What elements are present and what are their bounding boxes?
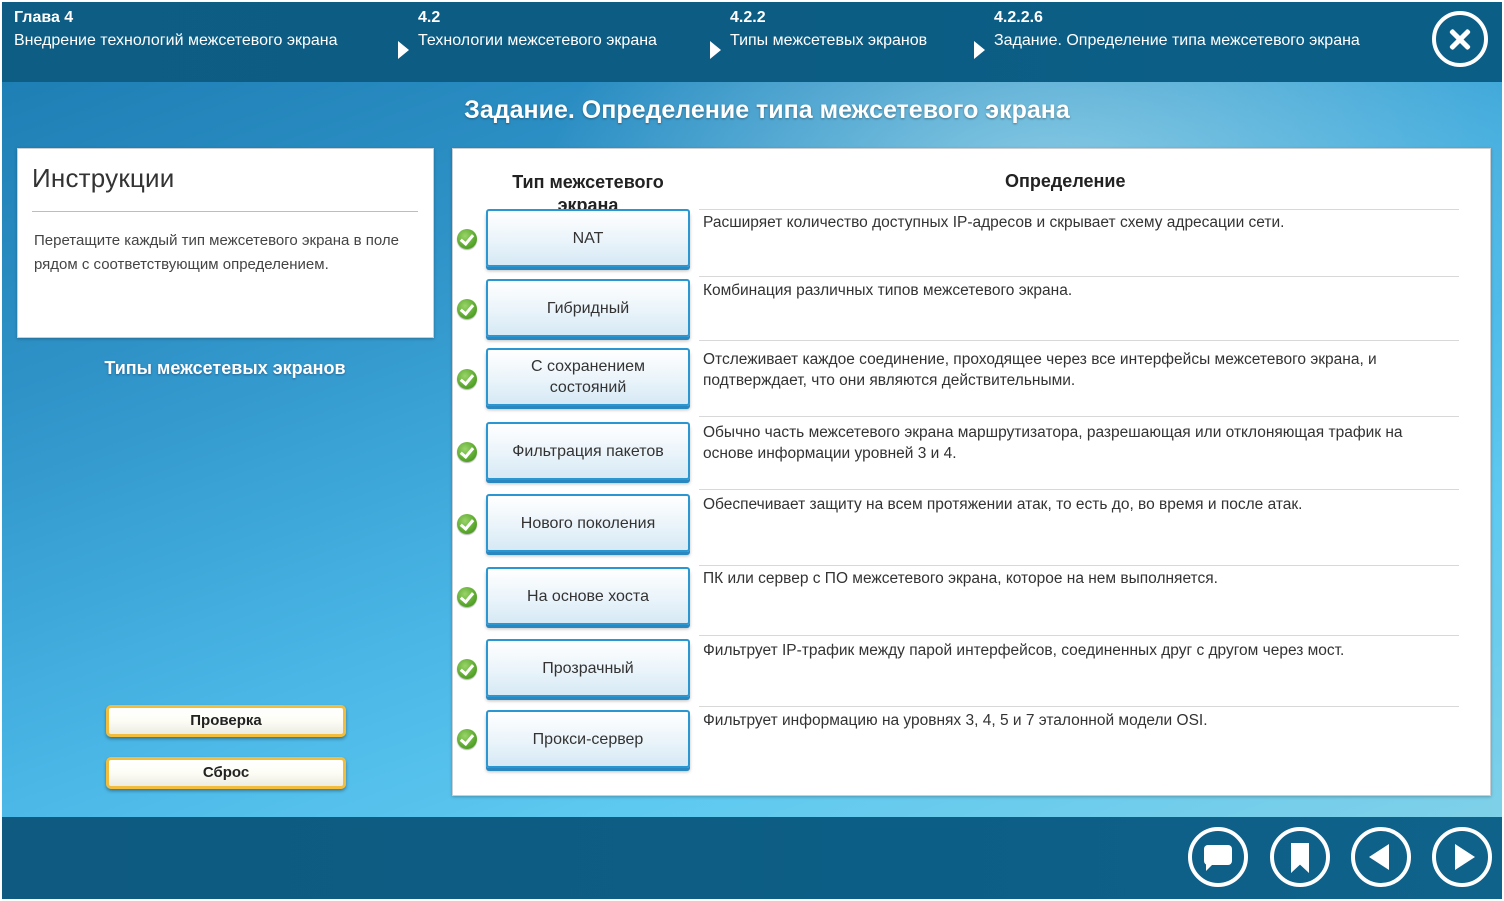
divider <box>699 635 1459 636</box>
page-title: Задание. Определение типа межсетевого эк… <box>464 96 1070 124</box>
definition-text: Отслеживает каждое соединение, проходяще… <box>703 351 1377 389</box>
firewall-type-tile[interactable]: На основе хоста <box>486 567 690 625</box>
definition-text: Комбинация различных типов межсетевого э… <box>703 282 1073 299</box>
breadcrumb-number: 4.2.2 <box>730 9 766 26</box>
breadcrumb-chapter[interactable]: Глава 4 Внедрение технологий межсетевого… <box>14 9 344 49</box>
firewall-type-tile[interactable]: Прокси-сервер <box>486 710 690 768</box>
bookmark-button[interactable] <box>1270 827 1330 887</box>
checkmark-icon <box>457 729 477 749</box>
instructions-text: Перетащите каждый тип межсетевого экрана… <box>34 232 399 273</box>
divider <box>32 211 418 212</box>
definition-text: Обычно часть межсетевого экрана маршрути… <box>703 424 1403 462</box>
activity-stage: Задание. Определение типа межсетевого эк… <box>2 82 1502 817</box>
divider <box>699 706 1459 707</box>
matching-table: Тип межсетевого экрана Определение NAT Р… <box>452 148 1491 796</box>
bookmark-icon <box>1291 843 1309 873</box>
breadcrumb-title: Типы межсетевых экранов <box>730 32 928 49</box>
definition-text: Фильтрует информацию на уровнях 3, 4, 5 … <box>703 712 1208 729</box>
checkmark-icon <box>457 587 477 607</box>
divider <box>699 565 1459 566</box>
breadcrumb-number: 4.2 <box>418 9 441 26</box>
breadcrumb-number: Глава 4 <box>14 9 74 26</box>
breadcrumb-current[interactable]: 4.2.2.6 Задание. Определение типа межсет… <box>974 9 1384 59</box>
definition-text: Расширяет количество доступных IP-адресо… <box>703 214 1285 231</box>
firewall-type-tile[interactable]: Нового поколения <box>486 494 690 552</box>
previous-icon <box>1369 844 1389 870</box>
chat-button[interactable] <box>1188 827 1248 887</box>
checkmark-icon <box>457 659 477 679</box>
instructions-panel: Инструкции Перетащите каждый тип межсете… <box>17 148 434 338</box>
close-button[interactable] <box>1432 11 1488 67</box>
divider <box>699 209 1459 210</box>
divider <box>699 416 1459 417</box>
breadcrumb-title: Внедрение технологий межсетевого экрана <box>14 32 338 49</box>
firewall-type-tile[interactable]: Фильтрация пакетов <box>486 422 690 480</box>
definition-text: Обеспечивает защиту на всем протяжении а… <box>703 496 1303 513</box>
next-button[interactable] <box>1432 827 1492 887</box>
breadcrumb-section[interactable]: 4.2 Технологии межсетевого экрана <box>398 9 658 59</box>
column-header-definition: Определение <box>1005 171 1126 191</box>
types-pool-title: Типы межсетевых экранов <box>104 358 346 378</box>
breadcrumb-subsection[interactable]: 4.2.2 Типы межсетевых экранов <box>710 9 930 59</box>
checkmark-icon <box>457 299 477 319</box>
firewall-type-tile[interactable]: NAT <box>486 209 690 267</box>
definition-text: ПК или сервер с ПО межсетевого экрана, к… <box>703 570 1218 587</box>
definition-text: Фильтрует IP-трафик между парой интерфей… <box>703 642 1345 659</box>
divider <box>699 276 1459 277</box>
divider <box>699 489 1459 490</box>
chevron-right-icon <box>398 41 409 59</box>
chevron-right-icon <box>710 41 721 59</box>
column-header-type: Тип межсетевого экрана <box>512 172 664 211</box>
bottom-toolbar <box>2 817 1502 899</box>
firewall-type-tile[interactable]: Прозрачный <box>486 639 690 697</box>
next-icon <box>1455 844 1475 870</box>
check-button[interactable]: Проверка <box>106 705 346 737</box>
firewall-type-tile[interactable]: Гибридный <box>486 279 690 337</box>
divider <box>699 340 1459 341</box>
reset-button[interactable]: Сброс <box>106 757 346 789</box>
breadcrumb-title: Задание. Определение типа межсетевого эк… <box>994 32 1360 49</box>
breadcrumb-title: Технологии межсетевого экрана <box>418 32 657 49</box>
instructions-heading: Инструкции <box>32 163 175 193</box>
previous-button[interactable] <box>1351 827 1411 887</box>
chat-icon <box>1204 845 1232 865</box>
checkmark-icon <box>457 369 477 389</box>
checkmark-icon <box>457 514 477 534</box>
checkmark-icon <box>457 229 477 249</box>
top-navigation-bar: Глава 4 Внедрение технологий межсетевого… <box>2 2 1502 82</box>
checkmark-icon <box>457 442 477 462</box>
firewall-type-tile[interactable]: С сохранением состояний <box>486 348 690 406</box>
breadcrumb-number: 4.2.2.6 <box>994 9 1043 26</box>
chevron-right-icon <box>974 41 985 59</box>
